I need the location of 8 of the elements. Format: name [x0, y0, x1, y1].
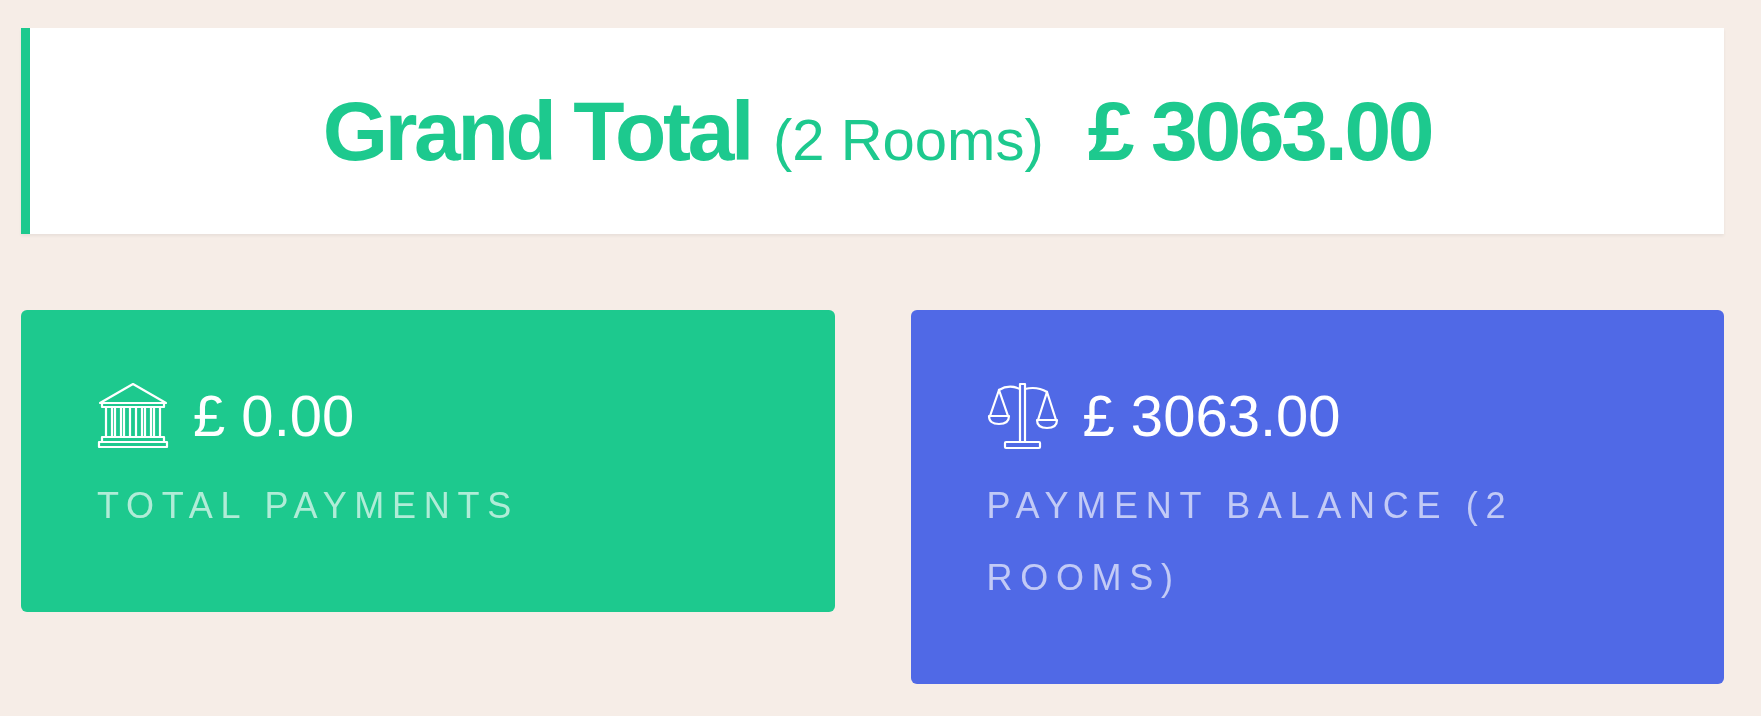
grand-total-label: Grand Total	[322, 89, 751, 173]
amount-text: £ 0.00	[193, 384, 355, 448]
grand-total-amount: £ 3063.00	[1087, 89, 1432, 173]
amount-text: £ 3063.00	[1082, 384, 1341, 448]
bank-icon	[97, 382, 169, 450]
card-label: TOTAL PAYMENTS	[97, 484, 520, 528]
scales-icon	[986, 382, 1059, 450]
card-label: PAYMENT BALANCE (2 ROOMS)	[986, 484, 1515, 600]
